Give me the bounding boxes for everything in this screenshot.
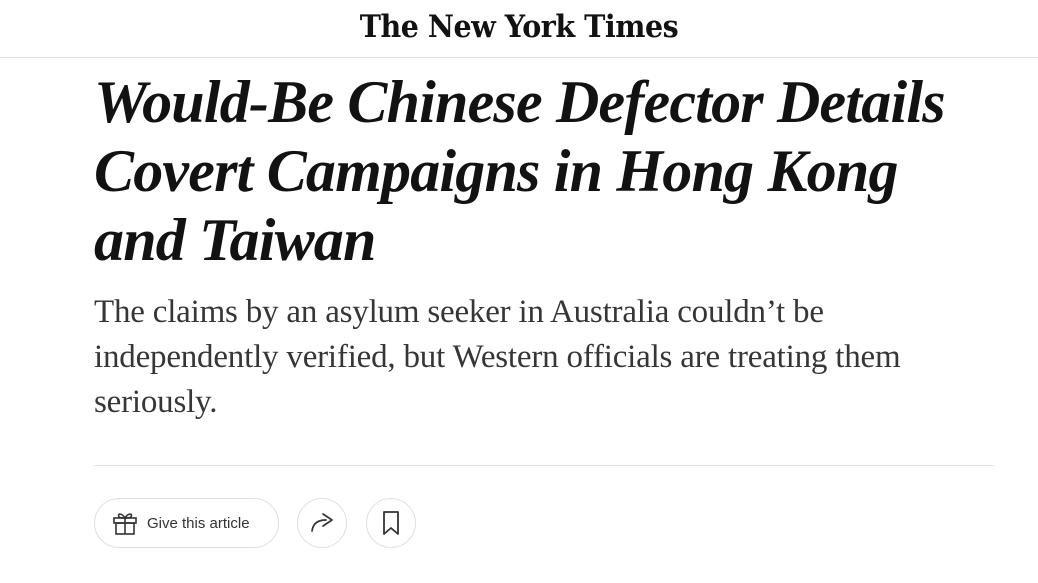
give-article-label: Give this article: [147, 514, 250, 532]
share-arrow-icon: [308, 509, 336, 537]
save-button[interactable]: [366, 498, 416, 548]
masthead: The New York Times: [0, 0, 1038, 58]
article-headline: Would-Be Chinese Defector Details Covert…: [94, 69, 946, 273]
divider: [94, 465, 994, 466]
give-article-button[interactable]: Give this article: [94, 498, 279, 548]
article-summary: The claims by an asylum seeker in Austra…: [94, 294, 901, 420]
nyt-logo[interactable]: The New York Times: [42, 6, 997, 48]
bookmark-icon: [379, 509, 403, 537]
share-button[interactable]: [297, 498, 347, 548]
gift-icon: [111, 509, 139, 537]
